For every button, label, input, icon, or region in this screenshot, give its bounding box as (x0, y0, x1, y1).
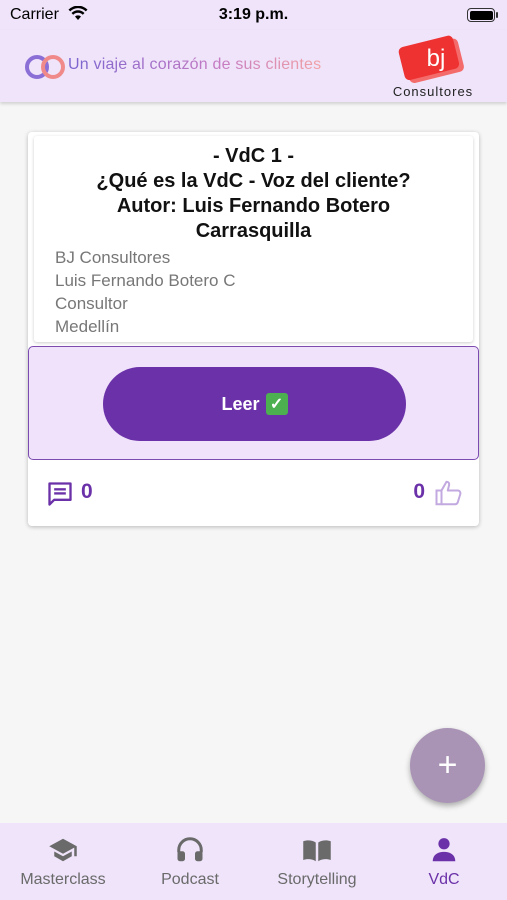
checkmark-icon: ✓ (265, 393, 288, 415)
read-button[interactable]: Leer ✓ (103, 367, 406, 441)
svg-text:bj: bj (427, 45, 446, 72)
nav-label-podcast: Podcast (161, 871, 219, 888)
like-count: 0 (413, 480, 425, 503)
bj-logo-icon: bj (398, 35, 464, 83)
comment-icon[interactable] (46, 480, 74, 508)
logo-text: Consultores (392, 84, 474, 99)
title-line: ¿Qué es la VdC - Voz del cliente? (96, 170, 411, 192)
bj-consultores-logo: bj Consultores (378, 34, 488, 100)
app-header: Un viaje al corazón de sus clientes bj C… (0, 30, 507, 102)
person-icon (432, 838, 456, 862)
title-line: Autor: Luis Fernando Botero (116, 195, 391, 217)
detail-author: Luis Fernando Botero C (55, 271, 236, 290)
detail-city: Medellín (55, 317, 120, 336)
clock: 3:19 p.m. (218, 6, 289, 23)
header-tagline: Un viaje al corazón de sus clientes (68, 56, 322, 73)
nav-label-storytelling: Storytelling (277, 871, 357, 888)
nav-item-podcast[interactable]: Podcast (127, 823, 253, 900)
card-footer: 0 0 (28, 472, 479, 512)
thumbs-up-icon[interactable] (433, 478, 465, 508)
open-book-icon (303, 840, 331, 862)
bottom-nav: Masterclass Podcast Storytelling VdC (0, 823, 507, 900)
card-details: BJ Consultores Luis Fernando Botero C Co… (55, 246, 236, 338)
title-line: - VdC 1 - (212, 145, 295, 167)
add-icon: + (437, 746, 458, 784)
nav-item-storytelling[interactable]: Storytelling (254, 823, 380, 900)
brand-rings-icon (25, 55, 65, 79)
nav-item-vdc[interactable]: VdC (381, 823, 507, 900)
nav-label-masterclass: Masterclass (20, 871, 106, 888)
add-button[interactable]: + (410, 728, 485, 803)
title-line: Carrasquilla (195, 220, 312, 242)
headphones-icon (177, 837, 203, 862)
status-bar: Carrier 3:19 p.m. (0, 0, 507, 30)
read-button-label: Leer (221, 393, 260, 414)
graduation-cap-icon (49, 838, 77, 862)
read-action-area: Leer ✓ (28, 346, 479, 460)
vdc-card: - VdC 1 - ¿Qué es la VdC - Voz del clien… (28, 132, 479, 526)
card-title: - VdC 1 - ¿Qué es la VdC - Voz del clien… (34, 144, 473, 244)
detail-company: BJ Consultores (55, 248, 171, 267)
comment-count: 0 (81, 480, 93, 503)
nav-item-masterclass[interactable]: Masterclass (0, 823, 126, 900)
card-info: - VdC 1 - ¿Qué es la VdC - Voz del clien… (34, 136, 473, 342)
nav-label-vdc: VdC (428, 871, 460, 888)
battery-icon (467, 8, 498, 22)
detail-role: Consultor (55, 294, 128, 313)
